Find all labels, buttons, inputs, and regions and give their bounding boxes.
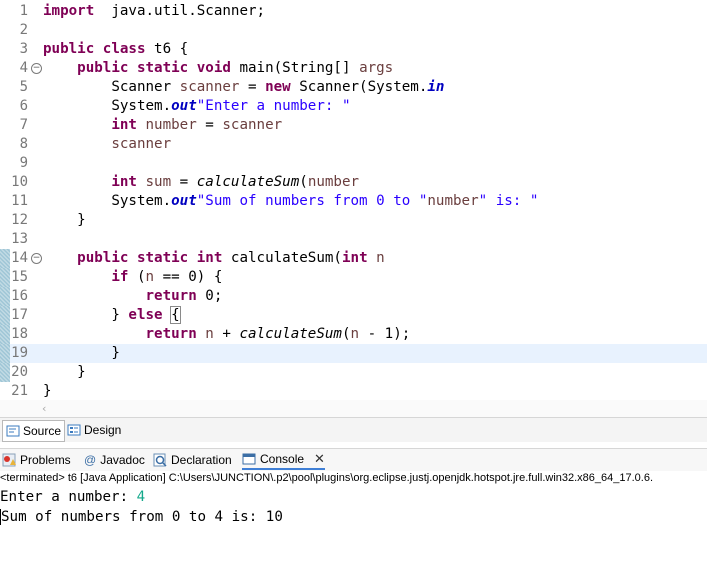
line-number: 14 — [11, 250, 28, 266]
declaration-icon — [153, 453, 167, 467]
code-text: int sum = calculateSum(number — [111, 174, 360, 190]
code-text: public class t6 { — [43, 41, 189, 57]
line-number: 16 — [11, 288, 28, 304]
code-text: if (n == 0) { — [111, 269, 223, 285]
tab-javadoc[interactable]: @ Javadoc — [84, 450, 145, 470]
code-text: scanner — [111, 136, 172, 152]
line-number: 10 — [11, 174, 28, 190]
line-number: 7 — [19, 117, 28, 133]
code-line[interactable]: 9 — [0, 154, 707, 173]
code-text: } — [43, 345, 120, 361]
editor-bottom-tabs: Source Design — [0, 417, 707, 442]
code-line[interactable]: 15 if (n == 0) { — [0, 268, 707, 287]
code-line[interactable]: 19 } — [0, 344, 707, 363]
code-line[interactable]: 17 } else { — [0, 306, 707, 325]
tab-console[interactable]: Console ✕ — [242, 450, 325, 470]
code-text: return 0; — [145, 288, 223, 304]
views-tab-bar: Problems @ Javadoc Declaration Console ✕ — [0, 448, 707, 471]
code-line[interactable]: 18 return n + calculateSum(n - 1); — [0, 325, 707, 344]
line-number: 20 — [11, 364, 28, 380]
line-number: 4 — [19, 60, 28, 76]
code-text: System.out"Sum of numbers from 0 to "num… — [43, 193, 539, 209]
line-number: 12 — [11, 212, 28, 228]
code-line[interactable]: 4− public static void main(String[] args — [0, 59, 707, 78]
line-number: 19 — [11, 345, 28, 361]
tab-source-label: Source — [23, 424, 62, 438]
code-line[interactable]: 6 System.out"Enter a number: " — [0, 97, 707, 116]
javadoc-icon: @ — [84, 453, 97, 467]
code-line[interactable]: 11 System.out"Sum of numbers from 0 to "… — [0, 192, 707, 211]
code-text: import java.util.Scanner; — [43, 3, 266, 19]
line-number: 11 — [11, 193, 28, 209]
console-user-input: 4 — [136, 489, 146, 505]
tab-console-label: Console — [260, 452, 305, 466]
code-text: public static int calculateSum(int n — [77, 250, 385, 266]
code-text: int number = scanner — [111, 117, 283, 133]
scroll-left-arrow-icon[interactable]: ‹ — [42, 402, 46, 415]
line-number: 5 — [19, 79, 28, 95]
console-output[interactable]: Enter a number: 4 Sum of numbers from 0 … — [0, 488, 707, 562]
code-text: Scanner scanner = new Scanner(System.in — [43, 79, 445, 95]
code-text: System.out"Enter a number: " — [43, 98, 351, 114]
tab-javadoc-label: Javadoc — [100, 453, 145, 467]
console-result: Sum of numbers from 0 to 4 is: 10 — [0, 508, 283, 525]
line-number: 15 — [11, 269, 28, 285]
code-line[interactable]: 20 } — [0, 363, 707, 382]
source-icon — [6, 424, 20, 438]
tab-declaration[interactable]: Declaration — [153, 450, 232, 470]
tab-design-label: Design — [84, 423, 122, 437]
code-line[interactable]: 1 import java.util.Scanner; — [0, 2, 707, 21]
code-line[interactable]: 13 — [0, 230, 707, 249]
code-line[interactable]: 8 scanner — [0, 135, 707, 154]
line-number: 1 — [19, 3, 28, 19]
console-prompt: Enter a number: — [0, 489, 137, 505]
code-text: return n + calculateSum(n - 1); — [145, 326, 411, 342]
tab-problems[interactable]: Problems — [2, 450, 71, 470]
line-number: 9 — [19, 155, 28, 171]
code-text: } else { — [43, 306, 181, 324]
design-icon — [67, 423, 81, 437]
fold-collapse-icon[interactable]: − — [31, 63, 42, 74]
code-line[interactable]: 7 int number = scanner — [0, 116, 707, 135]
code-text: } — [43, 212, 86, 228]
code-text: } — [43, 364, 86, 380]
tab-problems-label: Problems — [20, 453, 71, 467]
tab-source[interactable]: Source — [2, 420, 66, 442]
problems-icon — [2, 453, 16, 467]
console-process-header: <terminated> t6 [Java Application] C:\Us… — [0, 472, 654, 484]
line-number: 21 — [11, 383, 28, 399]
code-line[interactable]: 21} — [0, 382, 707, 400]
line-number: 8 — [19, 136, 28, 152]
console-icon — [242, 452, 256, 466]
line-number: 2 — [19, 22, 28, 38]
close-icon[interactable]: ✕ — [314, 451, 325, 467]
code-text: public static void main(String[] args — [77, 60, 394, 76]
horizontal-scrollbar[interactable]: ‹ — [0, 400, 707, 417]
line-number: 17 — [11, 307, 28, 323]
line-number: 18 — [11, 326, 28, 342]
fold-collapse-icon[interactable]: − — [31, 253, 42, 264]
line-number: 13 — [11, 231, 28, 247]
code-line[interactable]: 5 Scanner scanner = new Scanner(System.i… — [0, 78, 707, 97]
tab-declaration-label: Declaration — [171, 453, 232, 467]
line-number: 6 — [19, 98, 28, 114]
code-line[interactable]: 10 int sum = calculateSum(number — [0, 173, 707, 192]
code-line[interactable]: 16 return 0; — [0, 287, 707, 306]
tab-design[interactable]: Design — [64, 420, 124, 440]
code-text: } — [43, 383, 52, 399]
code-line[interactable]: 2 — [0, 21, 707, 40]
code-line[interactable]: 3 public class t6 { — [0, 40, 707, 59]
code-editor[interactable]: 1 import java.util.Scanner; 2 3 public class… — [0, 0, 707, 400]
code-line[interactable]: 12 } — [0, 211, 707, 230]
line-number: 3 — [19, 41, 28, 57]
code-line[interactable]: 14− public static int calculateSum(int n — [0, 249, 707, 268]
